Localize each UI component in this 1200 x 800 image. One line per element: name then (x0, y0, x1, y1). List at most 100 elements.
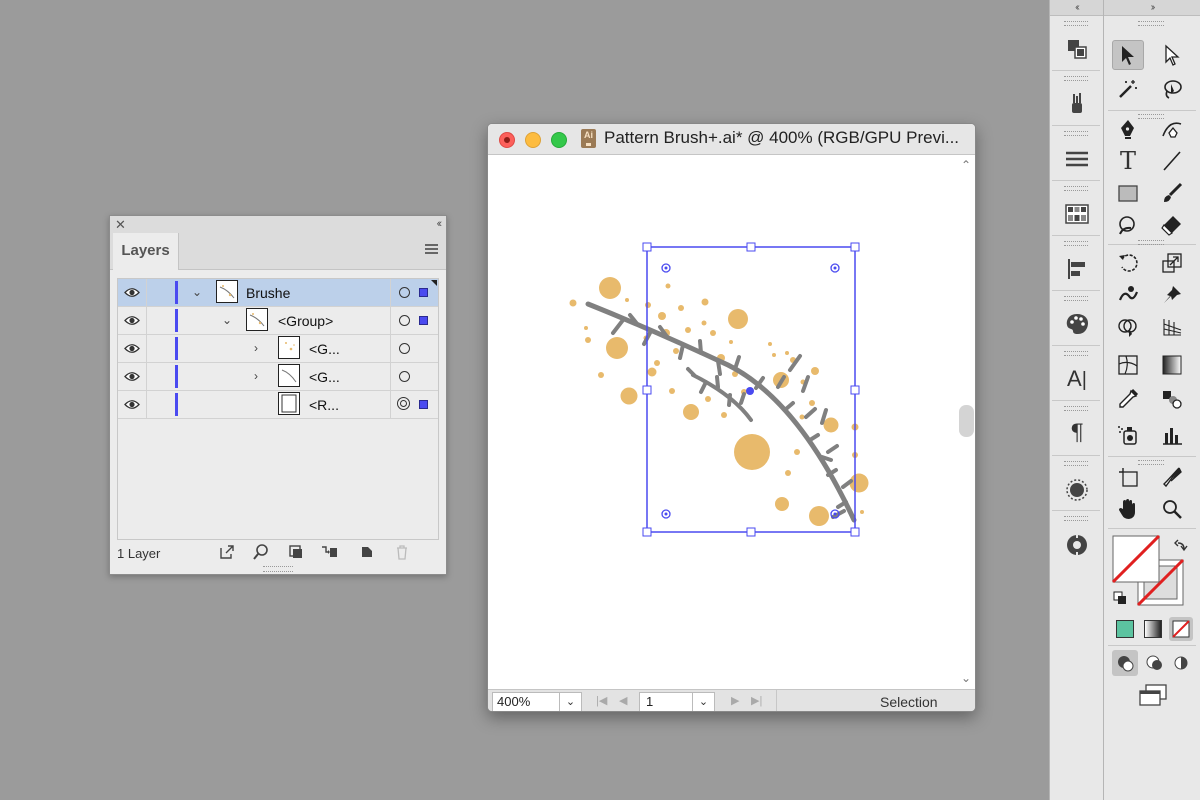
target-circle-icon[interactable] (399, 371, 410, 382)
resize-handle[interactable] (850, 527, 860, 537)
scroll-down-icon[interactable]: ⌄ (961, 671, 971, 685)
default-fill-stroke-icon[interactable] (1113, 591, 1126, 604)
layer-row-group[interactable]: ⌄ <Group> (118, 307, 438, 335)
layer-row-rectangle[interactable]: <R... (118, 391, 438, 419)
eye-icon[interactable] (124, 315, 140, 326)
shaper-tool[interactable] (1112, 210, 1144, 240)
center-point[interactable] (746, 387, 754, 395)
expand-toggle-icon[interactable]: ⌄ (222, 313, 232, 327)
chevron-right-icon[interactable]: › (254, 341, 258, 355)
layer-row-brushe[interactable]: ⌄ Brushe (118, 279, 438, 307)
direct-selection-tool[interactable] (1156, 40, 1188, 70)
magic-wand-tool[interactable] (1112, 74, 1144, 104)
eye-icon[interactable] (124, 287, 140, 298)
column-graph-tool[interactable] (1156, 420, 1188, 450)
hand-tool[interactable] (1112, 494, 1144, 524)
symbol-sprayer-tool[interactable] (1112, 420, 1144, 450)
selection-indicator[interactable] (419, 400, 428, 409)
document-titlebar[interactable]: Ai Pattern Brush+.ai* @ 400% (RGB/GPU Pr… (488, 124, 975, 155)
slice-tool[interactable] (1156, 462, 1188, 492)
appearance-icon[interactable] (1064, 477, 1090, 503)
target-appearance-icon[interactable] (397, 397, 410, 410)
swatch-grid-icon[interactable] (1064, 201, 1090, 227)
status-tool-label[interactable]: Selection (880, 694, 938, 710)
new-layer-icon[interactable] (358, 543, 376, 561)
resize-handle[interactable] (850, 242, 860, 252)
chevron-right-icon[interactable]: › (254, 369, 258, 383)
blend-tool[interactable] (1156, 384, 1188, 414)
zoom-level-field[interactable]: 400% (492, 692, 560, 711)
artboard-number-field[interactable]: 1 (639, 692, 693, 711)
stroke-icon[interactable] (1064, 146, 1090, 172)
draw-inside-icon[interactable] (1168, 650, 1194, 676)
clipping-mask-icon[interactable] (287, 543, 305, 561)
expand-toggle-icon[interactable]: ⌄ (192, 285, 202, 299)
layer-name[interactable]: Brushe (246, 285, 290, 301)
artboard-canvas[interactable] (488, 155, 958, 689)
next-artboard-icon[interactable]: ▶ (731, 694, 739, 707)
resize-handle[interactable] (850, 385, 860, 395)
locate-object-icon[interactable] (252, 543, 270, 561)
gradient-tool[interactable] (1156, 350, 1188, 380)
draw-behind-icon[interactable] (1142, 650, 1168, 676)
close-panel-icon[interactable]: ✕ (115, 216, 126, 233)
resize-handle[interactable] (642, 242, 652, 252)
eraser-tool[interactable] (1156, 210, 1188, 240)
curvature-tool[interactable] (1156, 114, 1188, 144)
shape-builder-tool[interactable] (1112, 312, 1144, 342)
eye-icon[interactable] (124, 399, 140, 410)
paintbrush-tool[interactable] (1156, 178, 1188, 208)
line-segment-tool[interactable] (1156, 146, 1188, 176)
eye-icon[interactable] (124, 371, 140, 382)
zoom-tool[interactable] (1156, 494, 1188, 524)
previous-artboard-icon[interactable]: ◀ (619, 694, 627, 707)
resize-handle[interactable] (642, 527, 652, 537)
artboard-tool[interactable] (1112, 462, 1144, 492)
rectangle-tool[interactable] (1112, 178, 1144, 208)
trash-icon[interactable] (393, 543, 411, 561)
pen-tool[interactable] (1112, 114, 1144, 144)
mesh-tool[interactable] (1112, 350, 1144, 380)
chevron-down-icon[interactable]: ⌄ (693, 692, 715, 711)
export-icon[interactable] (218, 543, 236, 561)
paragraph-icon[interactable]: ¶ (1064, 421, 1090, 447)
type-tool[interactable]: T (1112, 146, 1144, 176)
selection-tool[interactable] (1112, 40, 1144, 70)
resize-handle[interactable] (642, 385, 652, 395)
last-artboard-icon[interactable]: ▶| (751, 694, 762, 707)
collapse-panel-icon[interactable]: ‹‹ (437, 216, 443, 233)
puppet-warp-tool[interactable] (1156, 280, 1188, 310)
target-circle-icon[interactable] (399, 315, 410, 326)
layer-name[interactable]: <G... (309, 341, 340, 357)
rotate-tool[interactable] (1112, 248, 1144, 278)
layer-row-subgroup-1[interactable]: › <G... (118, 335, 438, 363)
window-maximize-button[interactable] (551, 132, 567, 148)
layer-name[interactable]: <R... (309, 397, 339, 413)
brushes-icon[interactable] (1064, 90, 1090, 116)
none-button[interactable] (1169, 617, 1193, 641)
tab-layers[interactable]: Layers (113, 233, 179, 270)
layer-name[interactable]: <Group> (278, 313, 333, 329)
screen-mode-icon[interactable] (1136, 683, 1170, 709)
panel-menu-icon[interactable] (425, 244, 438, 257)
target-circle-icon[interactable] (399, 287, 410, 298)
selection-bounding-box[interactable] (642, 242, 860, 537)
resize-handle[interactable] (746, 527, 756, 537)
align-icon[interactable] (1064, 256, 1090, 282)
color-button[interactable] (1116, 620, 1134, 638)
selection-indicator[interactable] (419, 316, 428, 325)
character-icon[interactable]: A| (1064, 366, 1090, 392)
layer-row-subgroup-2[interactable]: › <G... (118, 363, 438, 391)
target-circle-icon[interactable] (399, 343, 410, 354)
new-sublayer-icon[interactable] (320, 543, 338, 561)
expand-toolbar-icon[interactable]: ›› (1104, 0, 1200, 16)
vertical-scrollbar[interactable]: ⌃ ⌄ (958, 155, 975, 689)
recolor-icon[interactable] (1064, 532, 1090, 558)
eyedropper-tool[interactable] (1112, 384, 1144, 414)
perspective-grid-tool[interactable] (1156, 312, 1188, 342)
layer-name[interactable]: <G... (309, 369, 340, 385)
chevron-down-icon[interactable]: ⌄ (560, 692, 582, 711)
fill-swatch[interactable] (1111, 534, 1161, 584)
window-close-button[interactable] (499, 132, 515, 148)
artwork[interactable] (488, 155, 958, 689)
